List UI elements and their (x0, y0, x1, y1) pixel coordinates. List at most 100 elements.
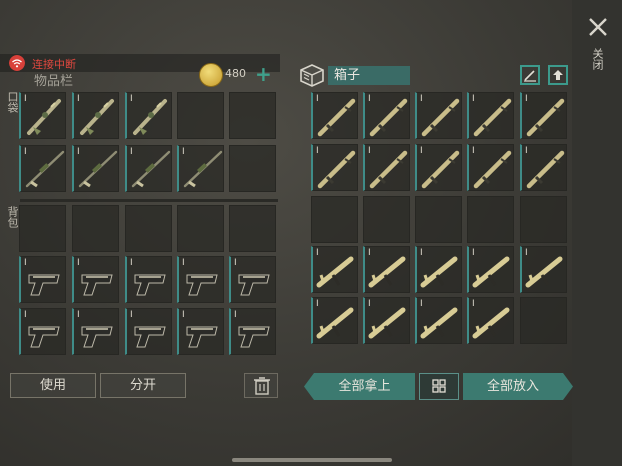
inventory-slot[interactable]: I (229, 308, 276, 355)
sort-button[interactable] (548, 65, 568, 85)
upload-icon (553, 70, 563, 80)
inventory-slot[interactable]: I (72, 145, 119, 192)
smg-icon (525, 256, 563, 288)
inventory-slot[interactable]: I (19, 308, 66, 355)
inventory-slot[interactable] (229, 205, 276, 252)
container-slot[interactable] (520, 196, 567, 243)
pistol-icon (238, 326, 270, 348)
inventory-slot[interactable]: I (125, 256, 172, 303)
container-slot[interactable]: I (363, 92, 410, 139)
home-indicator (232, 458, 392, 462)
sniper-icon (183, 150, 223, 188)
container-slot[interactable]: I (363, 144, 410, 191)
inventory-slot[interactable]: I (177, 145, 224, 192)
close-icon[interactable] (586, 14, 610, 40)
currency-amount: 480 (225, 67, 246, 80)
launcher-icon (317, 150, 356, 189)
inventory-slot[interactable] (177, 205, 224, 252)
launcher-icon (317, 98, 356, 137)
container-slot[interactable] (467, 196, 514, 243)
grid-view-button[interactable] (419, 373, 459, 400)
wifi-icon (9, 55, 25, 71)
container-slot[interactable]: I (467, 297, 514, 344)
container-slot[interactable]: I (467, 92, 514, 139)
rifle-ornate-icon (80, 99, 114, 135)
inventory-slot[interactable]: I (72, 256, 119, 303)
pistol-icon (186, 274, 218, 296)
inventory-slot[interactable]: I (125, 308, 172, 355)
container-name[interactable]: 箱子 (328, 66, 410, 85)
inventory-slot[interactable] (177, 92, 224, 139)
launcher-icon (369, 150, 408, 189)
edit-button[interactable] (520, 65, 540, 85)
container-slot[interactable] (520, 297, 567, 344)
inventory-slot[interactable] (72, 205, 119, 252)
container-slot[interactable]: I (363, 297, 410, 344)
container-slot[interactable]: I (311, 246, 358, 293)
box-icon (300, 64, 324, 87)
inventory-slot[interactable]: I (19, 256, 66, 303)
inventory-slot[interactable]: I (125, 92, 172, 139)
container-slot[interactable] (363, 196, 410, 243)
container-slot[interactable]: I (520, 144, 567, 191)
sniper-icon (131, 150, 171, 188)
inventory-slot[interactable]: I (19, 92, 66, 139)
inventory-slot[interactable]: I (125, 145, 172, 192)
add-currency-button[interactable]: + (255, 63, 272, 85)
container-slot[interactable]: I (415, 92, 462, 139)
pistol-icon (186, 326, 218, 348)
container-slot[interactable]: I (467, 246, 514, 293)
smg-icon (420, 256, 458, 288)
smg-icon (368, 256, 406, 288)
launcher-icon (473, 98, 512, 137)
pistol-icon (238, 274, 270, 296)
coin-icon (199, 63, 223, 87)
edit-icon (524, 70, 536, 82)
pistol-icon (81, 326, 113, 348)
container-slot[interactable]: I (363, 246, 410, 293)
put-all-button[interactable]: 全部放入 (463, 373, 563, 400)
container-slot[interactable]: I (311, 144, 358, 191)
split-button[interactable]: 分开 (100, 373, 186, 398)
pocket-label: 口袋 (6, 91, 19, 113)
inventory-slot[interactable] (229, 92, 276, 139)
inventory-slot[interactable]: I (229, 256, 276, 303)
pistol-icon (28, 326, 60, 348)
smg-icon (316, 256, 354, 288)
inventory-slot[interactable] (125, 205, 172, 252)
smg-icon (368, 307, 406, 339)
inventory-slot[interactable]: I (177, 308, 224, 355)
inventory-slot[interactable]: I (72, 308, 119, 355)
inventory-slot[interactable] (229, 145, 276, 192)
pistol-icon (134, 326, 166, 348)
smg-icon (316, 307, 354, 339)
rifle-ornate-icon (133, 99, 167, 135)
smg-icon (472, 256, 510, 288)
container-slot[interactable] (415, 196, 462, 243)
container-slot[interactable]: I (415, 246, 462, 293)
launcher-icon (421, 150, 460, 189)
trash-icon (254, 377, 270, 395)
inventory-slot[interactable] (19, 205, 66, 252)
launcher-icon (526, 150, 565, 189)
launcher-icon (421, 98, 460, 137)
use-button[interactable]: 使用 (10, 373, 96, 398)
container-slot[interactable]: I (311, 297, 358, 344)
inventory-slot[interactable]: I (72, 92, 119, 139)
trash-button[interactable] (244, 373, 278, 398)
smg-icon (472, 307, 510, 339)
container-slot[interactable]: I (415, 297, 462, 344)
container-slot[interactable]: I (520, 92, 567, 139)
inventory-slot[interactable]: I (177, 256, 224, 303)
close-label[interactable]: 关闭 (590, 48, 604, 70)
container-slot[interactable]: I (311, 92, 358, 139)
container-slot[interactable]: I (415, 144, 462, 191)
container-slot[interactable]: I (467, 144, 514, 191)
container-slot[interactable]: I (520, 246, 567, 293)
container-slot[interactable] (311, 196, 358, 243)
launcher-icon (369, 98, 408, 137)
smg-icon (420, 307, 458, 339)
take-all-button[interactable]: 全部拿上 (314, 373, 415, 400)
sniper-icon (25, 150, 65, 188)
inventory-slot[interactable]: I (19, 145, 66, 192)
